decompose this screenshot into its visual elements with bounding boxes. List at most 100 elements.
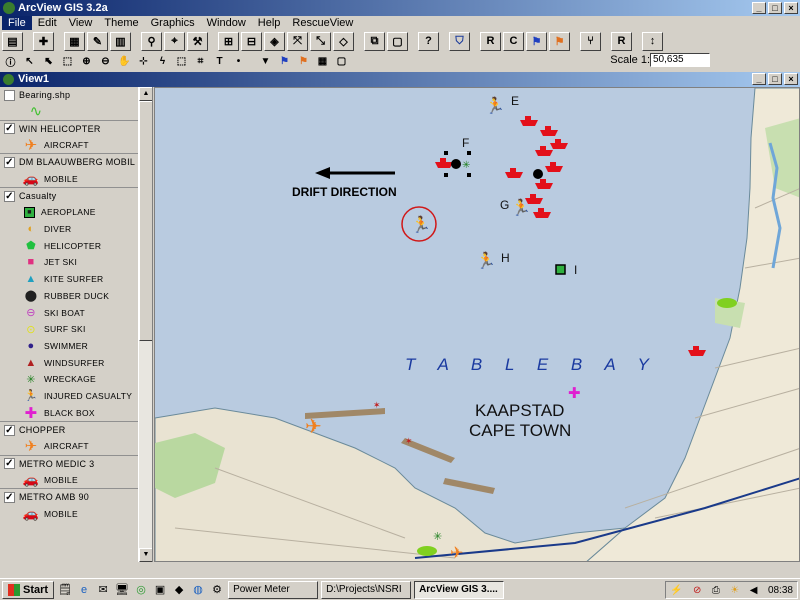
quicklaunch-ie-icon[interactable]: e — [76, 582, 92, 598]
hotlink-icon[interactable]: ϟ — [154, 53, 171, 69]
menu-graphics[interactable]: Graphics — [145, 16, 201, 30]
zoom-in-icon[interactable]: ⤧ — [287, 31, 308, 51]
menu-theme[interactable]: Theme — [98, 16, 144, 30]
theme-checkbox[interactable]: ✓ — [4, 190, 15, 202]
quicklaunch-app-icon[interactable]: ◎ — [133, 582, 149, 598]
zoom-selected-icon[interactable]: ◈ — [264, 31, 285, 51]
scroll-up-button[interactable]: ▲ — [139, 87, 152, 101]
black-box-marker[interactable]: ✚ — [568, 385, 581, 402]
aircraft-marker-2[interactable]: ✈ — [450, 545, 463, 562]
theme-casualty[interactable]: ✓ Casualty ■ AEROPLANE ◐ DIVER ⬟ HELICOPTER … — [0, 188, 152, 422]
dropdown-arrow-icon[interactable]: ▼ — [257, 53, 274, 69]
menu-view[interactable]: View — [63, 16, 99, 30]
blue-flag-tool-icon[interactable]: ⚑ — [276, 53, 293, 69]
select-feature-icon[interactable]: ⬚ — [59, 53, 76, 69]
select-features-icon[interactable]: ⧉ — [364, 31, 385, 51]
view-minimize-button[interactable]: _ — [752, 73, 766, 85]
menu-edit[interactable]: Edit — [32, 16, 63, 30]
theme-checkbox[interactable]: ✓ — [4, 458, 15, 470]
quicklaunch-globe-icon[interactable]: ◍ — [190, 582, 206, 598]
menu-window[interactable]: Window — [201, 16, 252, 30]
tray-sun-icon[interactable]: ☀ — [730, 585, 739, 596]
metro-medic-marker[interactable] — [717, 298, 737, 308]
grid-tool-icon[interactable]: ▦ — [314, 53, 331, 69]
zoom-out-icon[interactable]: ⤡ — [310, 31, 331, 51]
theme-checkbox[interactable]: ✓ — [4, 424, 15, 436]
orange-flag-tool-icon[interactable]: ⚑ — [295, 53, 312, 69]
tray-network-icon[interactable]: ⚡ — [670, 585, 682, 596]
edit-legend-icon[interactable]: ✎ — [87, 31, 108, 51]
menu-rescueview[interactable]: RescueView — [286, 16, 359, 30]
query-builder-icon[interactable]: ⚒ — [187, 31, 208, 51]
add-theme-icon[interactable]: ✚ — [33, 31, 54, 51]
r-button[interactable]: R — [480, 31, 501, 51]
menu-help[interactable]: Help — [252, 16, 287, 30]
view-maximize-button[interactable]: □ — [768, 73, 782, 85]
c-button[interactable]: C — [503, 31, 524, 51]
aircraft-marker[interactable]: ✈ — [305, 416, 322, 438]
rubber-duck-marker-f[interactable] — [451, 159, 461, 169]
zoom-previous-icon[interactable]: ◇ — [333, 31, 354, 51]
wreckage-marker[interactable]: ✳ — [462, 160, 470, 171]
help-icon[interactable]: ? — [418, 31, 439, 51]
theme-checkbox[interactable]: ✓ — [4, 123, 15, 135]
pan-arrows-icon[interactable]: ↕ — [642, 31, 663, 51]
area-of-interest-icon[interactable]: ⬚ — [173, 53, 190, 69]
view-close-button[interactable]: × — [784, 73, 798, 85]
scroll-thumb[interactable] — [139, 101, 152, 341]
scroll-down-button[interactable]: ▼ — [139, 548, 152, 562]
clear-selection-icon[interactable]: ▢ — [387, 31, 408, 51]
quicklaunch-desktop-icon[interactable]: 🗒 — [57, 582, 73, 598]
measure-icon[interactable]: ⊹ — [135, 53, 152, 69]
start-button[interactable]: Start — [2, 580, 55, 599]
locate-address-icon[interactable]: ⌖ — [164, 31, 185, 51]
theme-checkbox[interactable]: ✓ — [4, 491, 15, 503]
quicklaunch-folder-icon[interactable]: ▣ — [152, 582, 168, 598]
theme-dm-blaauwberg[interactable]: ✓ DM BLAAUWBERG MOBIL 🚗 MOBILE — [0, 154, 152, 189]
theme-chopper[interactable]: ✓ CHOPPER ✈ AIRCRAFT — [0, 422, 152, 456]
fork-knife-icon[interactable]: ⑂ — [580, 31, 601, 51]
text-tool-icon[interactable]: T — [211, 53, 228, 69]
label-icon[interactable]: ⌗ — [192, 53, 209, 69]
quicklaunch-outlook-icon[interactable]: ✉ — [95, 582, 111, 598]
zoom-out-tool-icon[interactable]: ⊖ — [97, 53, 114, 69]
orange-flag-icon[interactable]: ⚑ — [549, 31, 570, 51]
theme-win-helicopter[interactable]: ✓ WIN HELICOPTER ✈ AIRCRAFT — [0, 121, 152, 155]
pointer-icon[interactable]: ↖ — [21, 53, 38, 69]
minimize-button[interactable]: _ — [752, 2, 766, 14]
task-arcview[interactable]: ArcView GIS 3.... — [414, 580, 505, 599]
aeroplane-marker[interactable] — [555, 264, 566, 275]
open-table-icon[interactable]: ▥ — [110, 31, 131, 51]
task-power-meter[interactable]: Power Meter — [228, 580, 319, 599]
draw-point-icon[interactable]: • — [230, 53, 247, 69]
scale-input[interactable]: 50,635 — [650, 53, 710, 67]
close-button[interactable]: × — [784, 2, 798, 14]
metro-amb-marker[interactable] — [417, 546, 437, 556]
zoom-in-tool-icon[interactable]: ⊕ — [78, 53, 95, 69]
zoom-full-extent-icon[interactable]: ⊞ — [218, 31, 239, 51]
theme-metro-amb[interactable]: ✓ METRO AMB 90 🚗 MOBILE — [0, 489, 152, 522]
theme-bearing[interactable]: Bearing.shp ∿ — [0, 87, 152, 121]
menu-file[interactable]: File — [2, 16, 32, 30]
quicklaunch-tool-icon[interactable]: ⚙ — [209, 582, 225, 598]
pan-hand-icon[interactable]: ✋ — [116, 53, 133, 69]
blue-flag-icon[interactable]: ⚑ — [526, 31, 547, 51]
tray-clock[interactable]: 08:38 — [768, 585, 793, 596]
quicklaunch-map-icon[interactable]: ◆ — [171, 582, 187, 598]
find-icon[interactable]: ⚲ — [141, 31, 162, 51]
legend-scrollbar[interactable]: ▲ ▼ — [138, 87, 152, 562]
rubber-duck-marker[interactable] — [533, 169, 543, 179]
theme-checkbox[interactable] — [4, 89, 15, 101]
zoom-active-themes-icon[interactable]: ⊟ — [241, 31, 262, 51]
identify-icon[interactable]: ⓘ — [2, 53, 19, 69]
maximize-button[interactable]: □ — [768, 2, 782, 14]
map-display[interactable]: DRIFT DIRECTION ✳ 🏃 🏃 🏃 🏃 E F G H I T A … — [154, 87, 800, 562]
tray-printer-icon[interactable]: ⎙ — [712, 585, 720, 596]
task-nsri-folder[interactable]: D:\Projects\NSRI — [321, 580, 412, 599]
theme-properties-icon[interactable]: ▦ — [64, 31, 85, 51]
theme-checkbox[interactable]: ✓ — [4, 156, 15, 168]
blank-tool-button[interactable]: ▢ — [333, 53, 350, 69]
interstate-shield-icon[interactable]: ⛉ — [449, 31, 470, 51]
r-button-2[interactable]: R — [611, 31, 632, 51]
theme-metro-medic[interactable]: ✓ METRO MEDIC 3 🚗 MOBILE — [0, 456, 152, 490]
